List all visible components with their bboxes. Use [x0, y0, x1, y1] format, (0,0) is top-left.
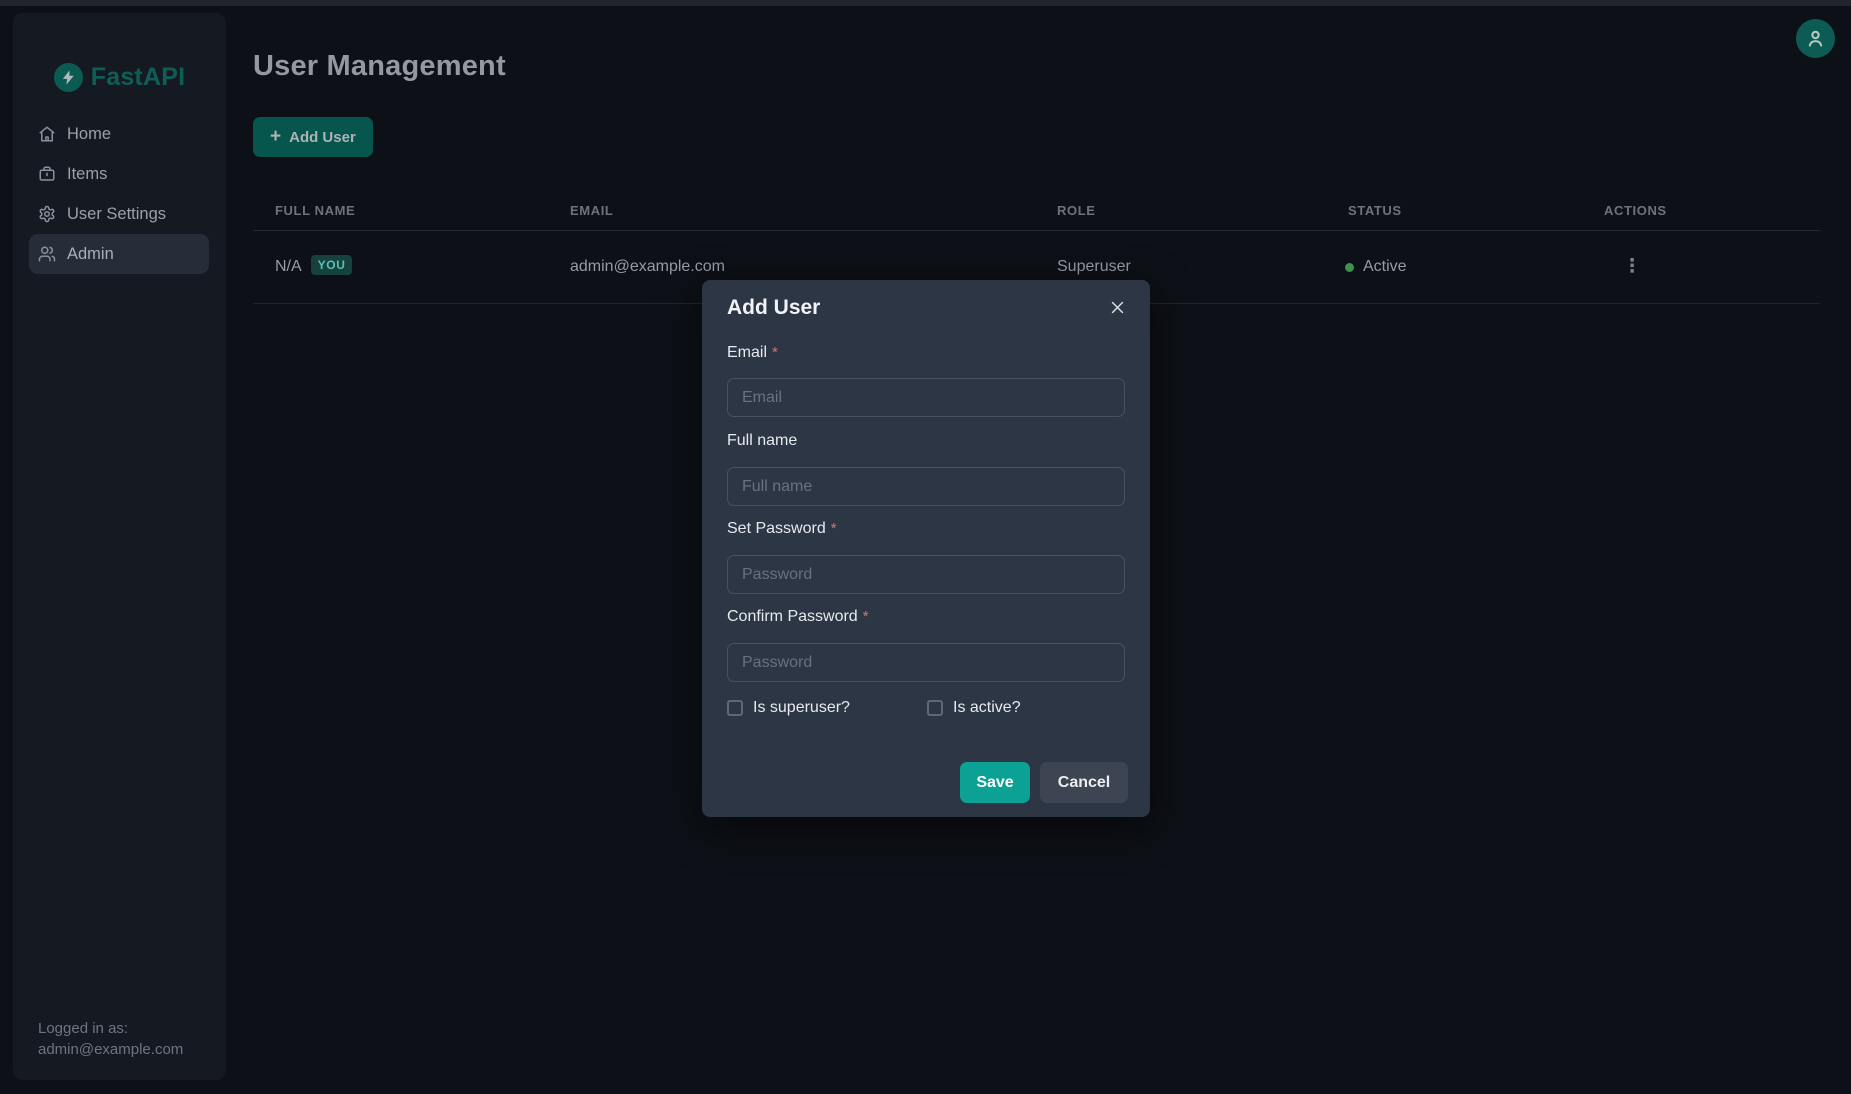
email-field[interactable] — [727, 378, 1125, 417]
full-name-field[interactable] — [727, 467, 1125, 506]
is-superuser-label: Is superuser? — [753, 699, 850, 717]
confirm-password-label: Confirm Password * — [727, 608, 869, 626]
is-superuser-checkbox[interactable]: Is superuser? — [727, 699, 850, 717]
is-active-label: Is active? — [953, 699, 1021, 717]
save-button[interactable]: Save — [960, 762, 1030, 803]
modal-close-button[interactable] — [1104, 294, 1130, 320]
cancel-button[interactable]: Cancel — [1040, 762, 1128, 803]
full-name-label-text: Full name — [727, 432, 797, 449]
checkbox-icon — [727, 700, 743, 716]
required-asterisk: * — [863, 608, 869, 625]
app-root: FastAPI Home Items User Settings — [0, 0, 1851, 1094]
required-asterisk: * — [831, 520, 837, 537]
set-password-label: Set Password * — [727, 520, 837, 538]
modal-title: Add User — [727, 296, 820, 320]
close-icon — [1110, 300, 1125, 315]
set-password-label-text: Set Password — [727, 520, 826, 537]
set-password-field[interactable] — [727, 555, 1125, 594]
confirm-password-field[interactable] — [727, 643, 1125, 682]
add-user-modal: Add User Email* Full name Set Password* … — [702, 280, 1150, 817]
confirm-password-label-text: Confirm Password — [727, 608, 858, 625]
email-label-text: Email — [727, 344, 767, 361]
checkbox-icon — [927, 700, 943, 716]
required-asterisk: * — [772, 344, 778, 361]
modal-checkbox-row: Is superuser? Is active? — [727, 699, 1125, 721]
email-label: Email * — [727, 344, 778, 362]
is-active-checkbox[interactable]: Is active? — [927, 699, 1021, 717]
full-name-label: Full name — [727, 432, 802, 450]
